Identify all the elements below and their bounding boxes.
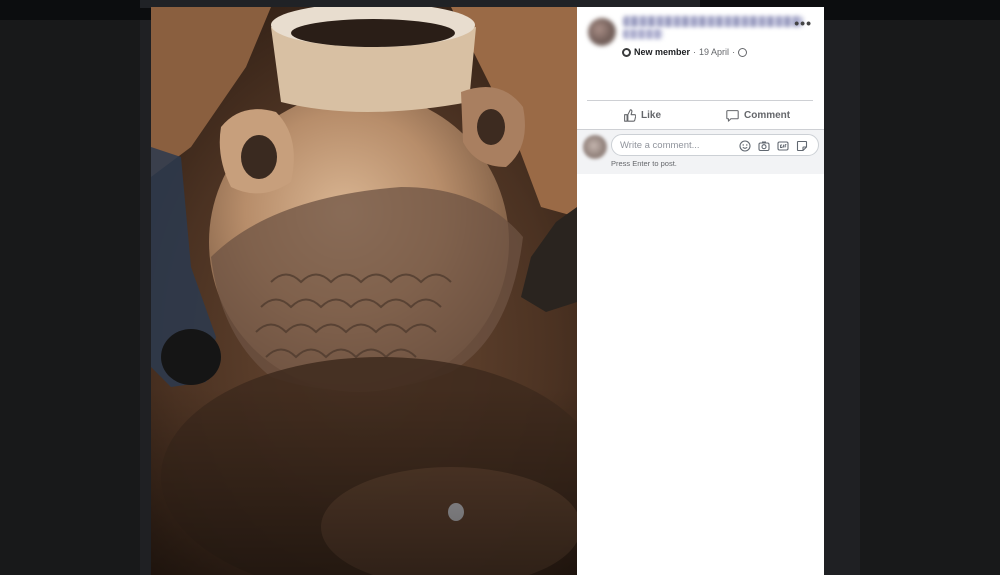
comment-bubble-icon [726, 109, 739, 122]
composer-icons [739, 139, 808, 152]
post-photo[interactable] [151, 7, 577, 575]
photo-image [151, 7, 577, 575]
member-badge-label[interactable]: New member [634, 47, 690, 57]
comment-button[interactable]: Comment [726, 107, 790, 123]
camera-icon[interactable] [758, 139, 770, 152]
thumbs-up-icon [624, 108, 636, 122]
comment-composer: Press Enter to post. [577, 129, 824, 174]
post-date[interactable]: 19 April [699, 47, 729, 57]
globe-icon [738, 47, 748, 57]
actions-divider [587, 100, 813, 101]
author-name-redacted[interactable] [623, 16, 803, 27]
sticker-icon[interactable] [796, 139, 808, 152]
more-options-icon[interactable]: ••• [794, 16, 812, 30]
viewer-avatar[interactable] [583, 135, 607, 159]
like-button[interactable]: Like [623, 107, 661, 123]
post-meta: New member · 19 April · [622, 46, 748, 58]
author-name-redacted-line2 [623, 29, 663, 39]
meta-separator: · [732, 47, 736, 57]
gif-icon[interactable] [777, 139, 789, 151]
composer-divider [577, 129, 824, 130]
meta-separator: · [693, 47, 697, 57]
author-avatar[interactable] [588, 18, 616, 46]
comment-label: Comment [744, 109, 791, 121]
emoji-icon[interactable] [739, 139, 751, 152]
like-label: Like [641, 109, 662, 121]
post-details-panel: ••• New member · 19 April · Like Comment [577, 7, 824, 575]
composer-hint: Press Enter to post. [611, 159, 677, 168]
new-member-badge-icon [622, 47, 631, 57]
